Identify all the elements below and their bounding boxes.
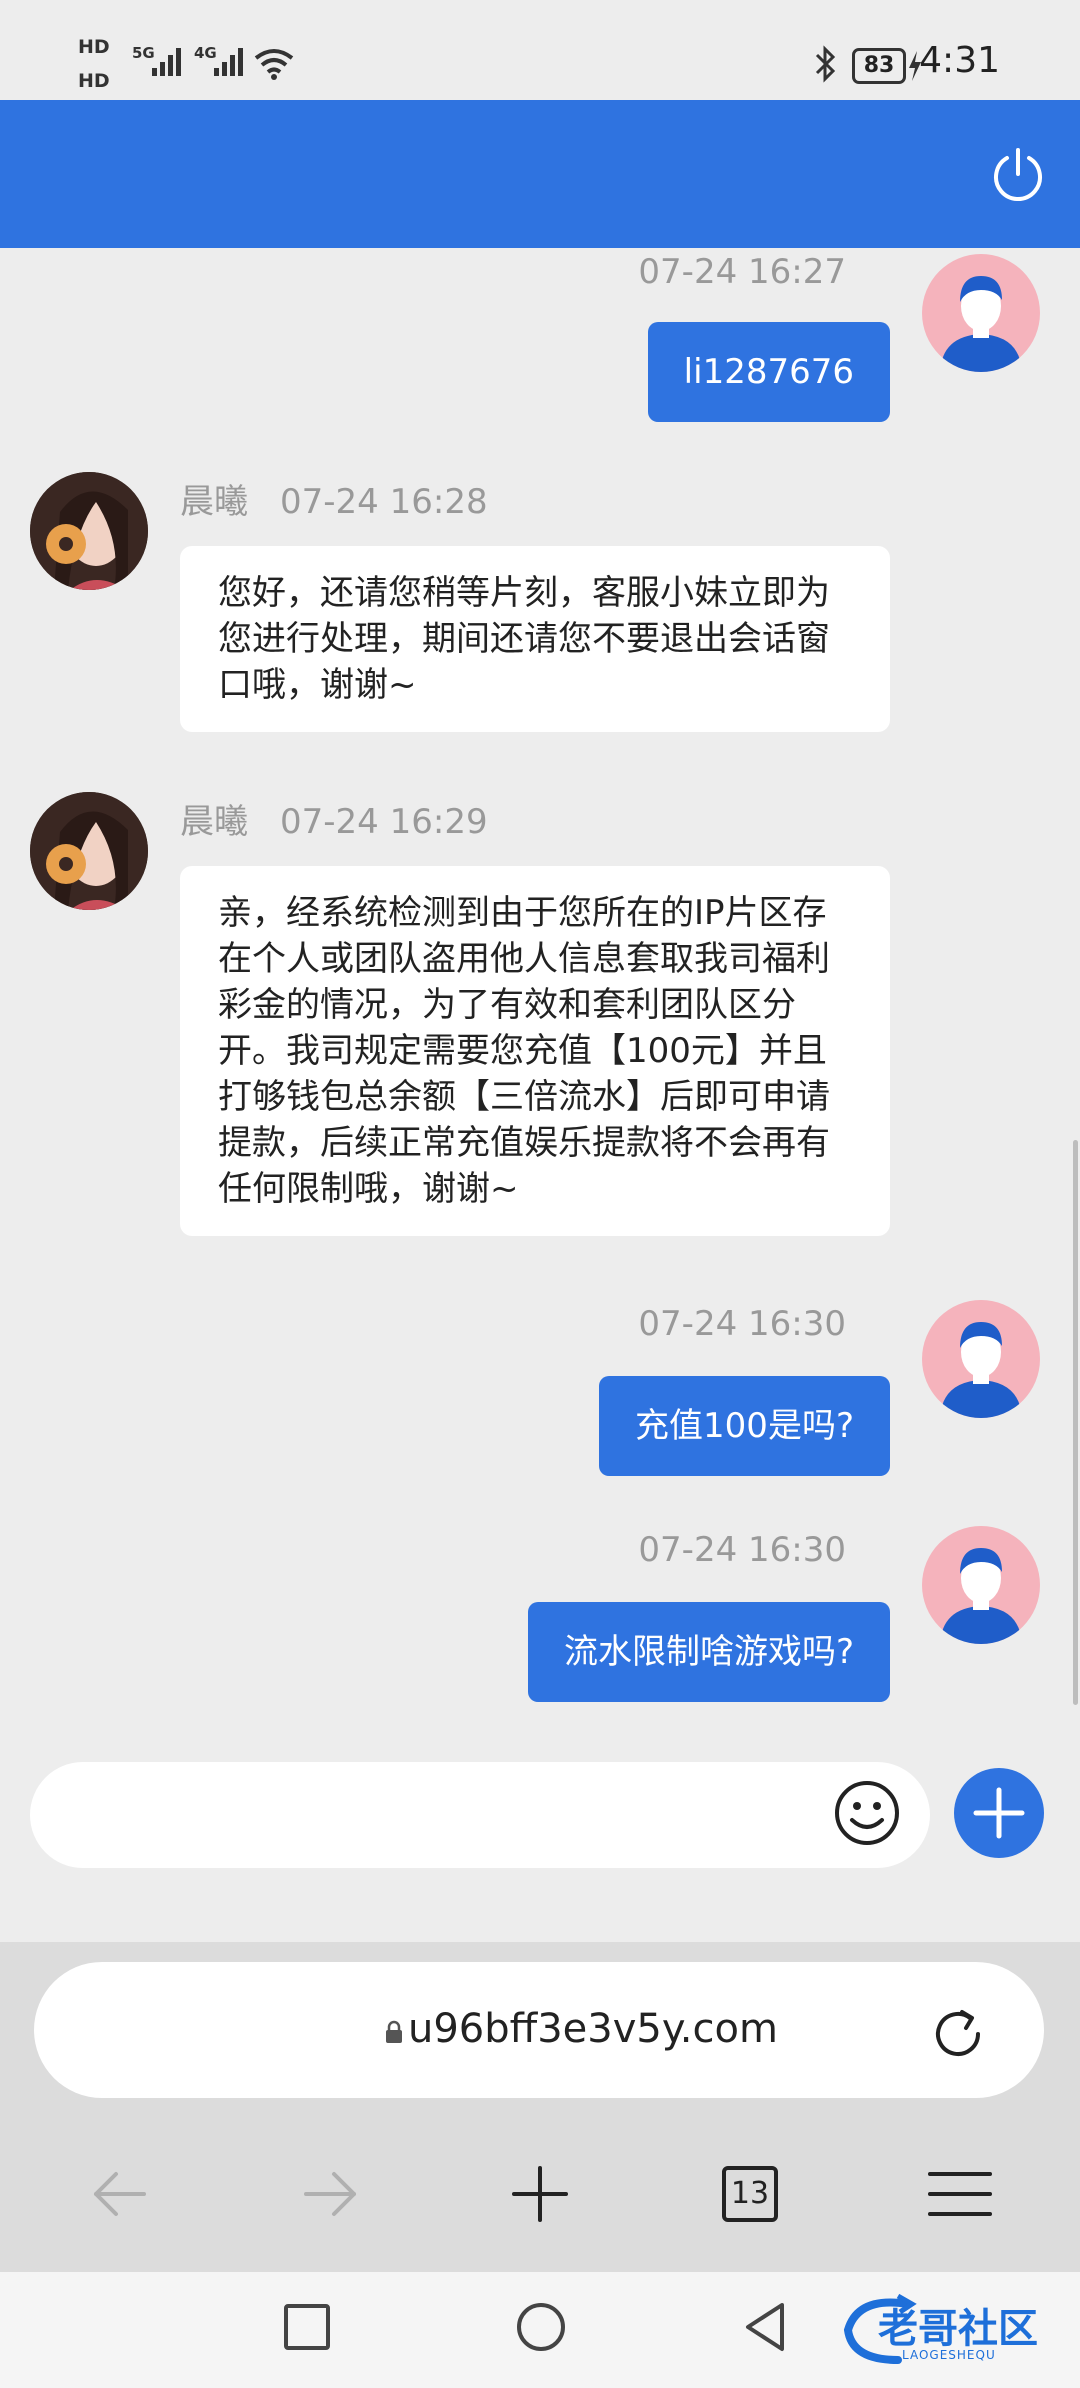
sender-name: 晨曦: [180, 482, 248, 522]
agent-avatar: [30, 792, 148, 910]
new-tab-icon[interactable]: [500, 2154, 580, 2234]
system-navigation-bar: 老哥社区 LAOGESHEQU: [0, 2272, 1080, 2388]
message-outgoing: 07-24 16:30 流水限制啥游戏吗?: [0, 1526, 1080, 1726]
battery-indicator: 83: [852, 48, 906, 84]
chat-header: [0, 100, 1080, 248]
power-icon[interactable]: [990, 146, 1046, 202]
user-avatar-icon: [940, 1548, 1022, 1644]
message-timestamp: 07-24 16:29: [280, 802, 488, 842]
message-bubble[interactable]: li1287676: [647, 322, 890, 422]
signal-icon-2: [214, 48, 243, 76]
back-triangle-icon[interactable]: [740, 2300, 790, 2354]
message-timestamp: 07-24 16:28: [280, 482, 488, 522]
url-text: u96bff3e3v5y.com: [408, 2006, 778, 2052]
address-bar[interactable]: u96bff3e3v5y.com: [34, 1962, 1044, 2098]
sender-name: 晨曦: [180, 802, 248, 842]
message-outgoing: 07-24 16:27 li1287676: [0, 248, 1080, 448]
clock: 4:31: [919, 40, 1000, 81]
tab-switcher-button[interactable]: 13: [722, 2166, 778, 2222]
agent-avatar: [30, 472, 148, 590]
watermark-title: 老哥社区: [878, 2307, 1038, 2351]
agent-avatar-icon: [30, 472, 148, 590]
message-bubble[interactable]: 亲，经系统检测到由于您所在的IP片区存在个人或团队盗用他人信息套取我司福利彩金的…: [180, 866, 890, 1236]
wifi-icon: [254, 49, 294, 80]
message-incoming: 晨曦 07-24 16:29 亲，经系统检测到由于您所在的IP片区存在个人或团队盗…: [0, 786, 1080, 1266]
message-bubble[interactable]: 您好，还请您稍等片刻，客服小妹立即为您进行处理，期间还请您不要退出会话窗口哦，谢…: [180, 546, 890, 732]
hd2-indicator: HD: [78, 70, 110, 92]
home-icon[interactable]: [514, 2300, 568, 2354]
status-bar: HD HD 5G 4G 83 4:31: [0, 0, 1080, 100]
agent-avatar-icon: [30, 792, 148, 910]
message-timestamp: 07-24 16:27: [638, 252, 846, 292]
message-composer: [0, 1732, 1080, 1942]
signal-icon: [152, 48, 181, 76]
emoji-icon[interactable]: [832, 1778, 902, 1848]
chat-scrollbar[interactable]: [1073, 1140, 1078, 1705]
message-meta: 晨曦 07-24 16:28: [180, 474, 488, 523]
user-avatar: [922, 1526, 1040, 1644]
recents-icon[interactable]: [282, 2302, 332, 2352]
message-outgoing: 07-24 16:30 充值100是吗?: [0, 1300, 1080, 1500]
browser-toolbar: u96bff3e3v5y.com 13: [0, 1942, 1080, 2272]
chat-message-list[interactable]: 07-24 16:27 li1287676 晨曦 07-24 16:28 您好，还…: [0, 248, 1080, 1732]
message-bubble[interactable]: 流水限制啥游戏吗?: [527, 1602, 890, 1702]
user-avatar-icon: [940, 276, 1022, 372]
add-attachment-button[interactable]: [954, 1768, 1044, 1858]
user-avatar: [922, 254, 1040, 372]
message-timestamp: 07-24 16:30: [638, 1304, 846, 1344]
message-meta: 晨曦 07-24 16:29: [180, 794, 488, 843]
user-avatar-icon: [940, 1322, 1022, 1418]
message-bubble[interactable]: 充值100是吗?: [599, 1376, 890, 1476]
message-input[interactable]: [30, 1762, 930, 1868]
reload-icon[interactable]: [928, 2004, 988, 2064]
bluetooth-icon: [815, 45, 836, 83]
message-timestamp: 07-24 16:30: [638, 1530, 846, 1570]
plus-icon: [973, 1787, 1025, 1839]
back-arrow-icon[interactable]: [80, 2154, 160, 2234]
lock-icon: [386, 2020, 402, 2043]
watermark-subtitle: LAOGESHEQU: [902, 2348, 996, 2362]
forward-arrow-icon[interactable]: [290, 2154, 370, 2234]
hd1-indicator: HD: [78, 36, 110, 58]
menu-icon[interactable]: [920, 2154, 1000, 2234]
message-incoming: 晨曦 07-24 16:28 您好，还请您稍等片刻，客服小妹立即为您进行处理，期间…: [0, 466, 1080, 766]
user-avatar: [922, 1300, 1040, 1418]
